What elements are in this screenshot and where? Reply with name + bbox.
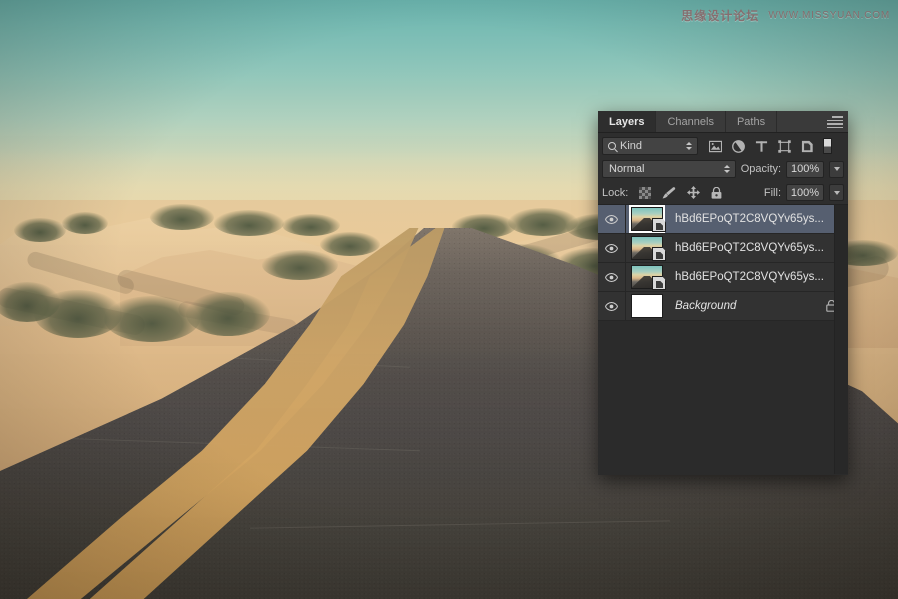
eye-icon: [605, 243, 618, 253]
panel-body: hBd6EPoQT2C8VQYv65ys... hBd6EPoQT2C8VQYv…: [598, 205, 848, 475]
smart-object-badge-icon: [652, 247, 666, 261]
eye-icon: [605, 272, 618, 282]
shape-layer-filter-icon[interactable]: [778, 139, 791, 153]
opacity-dropdown-button[interactable]: [829, 160, 844, 178]
smart-object-badge-icon: [652, 218, 666, 232]
filter-enable-toggle[interactable]: [823, 138, 832, 154]
opacity-input[interactable]: 100%: [786, 160, 825, 178]
layer-list-empty-area: [598, 321, 848, 475]
table-row[interactable]: hBd6EPoQT2C8VQYv65ys...: [598, 263, 848, 292]
chevron-updown-icon: [723, 165, 730, 173]
layer-visibility-toggle[interactable]: [598, 292, 626, 320]
layer-list-scrollbar[interactable]: [834, 205, 848, 474]
layer-thumbnail-image: [632, 295, 662, 317]
pixel-layer-filter-icon[interactable]: [709, 140, 722, 153]
layer-visibility-toggle[interactable]: [598, 205, 626, 233]
panel-menu-icon[interactable]: [827, 115, 843, 129]
layer-visibility-toggle[interactable]: [598, 234, 626, 262]
layer-name[interactable]: hBd6EPoQT2C8VQYv65ys...: [675, 213, 848, 225]
layers-panel: Layers Channels Paths Kind Normal Opacit…: [598, 111, 848, 475]
layer-name[interactable]: hBd6EPoQT2C8VQYv65ys...: [675, 242, 848, 254]
eye-icon: [605, 214, 618, 224]
layer-visibility-toggle[interactable]: [598, 263, 626, 291]
layer-filter-icons: [709, 139, 814, 153]
tab-paths[interactable]: Paths: [725, 111, 778, 132]
filter-kind-label: Kind: [620, 140, 643, 152]
smart-object-filter-icon[interactable]: [801, 140, 814, 153]
lock-position-icon[interactable]: [687, 186, 701, 199]
filter-kind-select[interactable]: Kind: [602, 137, 698, 155]
layer-thumbnail[interactable]: [629, 205, 666, 233]
lock-label: Lock:: [602, 186, 629, 199]
layer-thumbnail[interactable]: [631, 265, 666, 290]
tab-layers[interactable]: Layers: [598, 111, 657, 132]
layer-list: hBd6EPoQT2C8VQYv65ys... hBd6EPoQT2C8VQYv…: [598, 205, 848, 321]
adjustment-layer-filter-icon[interactable]: [732, 139, 745, 153]
lock-icons: [639, 186, 722, 199]
table-row[interactable]: hBd6EPoQT2C8VQYv65ys...: [598, 205, 848, 234]
layer-name[interactable]: Background: [675, 300, 826, 312]
panel-tab-strip: Layers Channels Paths: [598, 111, 848, 133]
blend-mode-row: Normal Opacity: 100%: [598, 157, 848, 181]
table-row[interactable]: hBd6EPoQT2C8VQYv65ys...: [598, 234, 848, 263]
smart-object-badge-icon: [652, 276, 666, 290]
blend-mode-value: Normal: [609, 163, 645, 175]
table-row[interactable]: Background: [598, 292, 848, 321]
watermark-chinese-text: 思缘设计论坛: [681, 9, 760, 23]
layer-filter-row: Kind: [598, 133, 848, 157]
layer-thumbnail[interactable]: [631, 294, 663, 318]
tab-channels[interactable]: Channels: [656, 111, 726, 132]
lock-all-icon[interactable]: [711, 186, 722, 199]
lock-row: Lock: Fill: 100%: [598, 181, 848, 205]
blend-mode-select[interactable]: Normal: [602, 160, 736, 178]
eye-icon: [605, 301, 618, 311]
opacity-label: Opacity:: [740, 163, 782, 175]
layer-name[interactable]: hBd6EPoQT2C8VQYv65ys...: [675, 271, 848, 283]
fill-dropdown-button[interactable]: [829, 184, 844, 201]
chevron-updown-icon: [686, 142, 692, 150]
watermark: 思缘设计论坛 WWW.MISSYUAN.COM: [681, 7, 890, 24]
lock-image-pixels-icon[interactable]: [662, 186, 676, 199]
fill-group: Fill: 100%: [764, 184, 844, 201]
watermark-url-text: WWW.MISSYUAN.COM: [768, 10, 890, 21]
screenshot-root: 思缘设计论坛 WWW.MISSYUAN.COM Layers Channels …: [0, 0, 898, 599]
lock-transparent-pixels-icon[interactable]: [639, 186, 652, 199]
type-layer-filter-icon[interactable]: [755, 140, 768, 153]
fill-label: Fill:: [763, 186, 781, 199]
layer-thumbnail[interactable]: [631, 236, 666, 261]
fill-input[interactable]: 100%: [786, 184, 824, 201]
search-icon: [608, 142, 616, 150]
